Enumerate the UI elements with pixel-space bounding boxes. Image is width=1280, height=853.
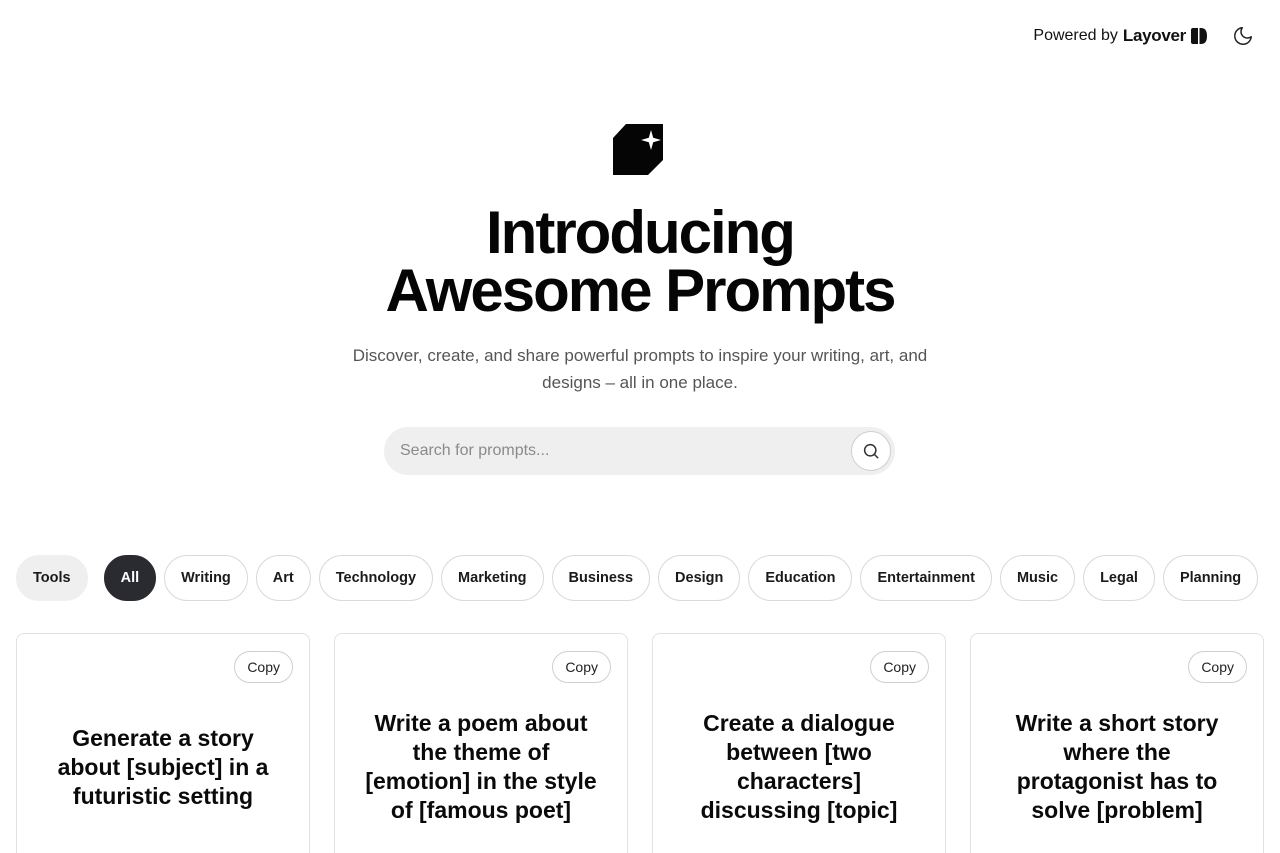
brand: Layover (1123, 26, 1208, 46)
prompt-card[interactable]: Copy Write a short story where the prota… (970, 633, 1264, 853)
powered-by-label: Powered by (1033, 27, 1118, 44)
search-button[interactable] (851, 431, 891, 471)
prompt-card[interactable]: Copy Generate a story about [subject] in… (16, 633, 310, 853)
filter-design[interactable]: Design (658, 555, 741, 601)
filter-writing[interactable]: Writing (164, 555, 248, 601)
title-line-1: Introducing (486, 199, 796, 266)
copy-button[interactable]: Copy (234, 651, 293, 683)
filter-business[interactable]: Business (551, 555, 651, 601)
sparkle-document-icon (613, 124, 663, 175)
title-line-2: Awesome Prompts (385, 257, 896, 324)
prompt-card[interactable]: Copy Write a poem about the theme of [em… (334, 633, 628, 853)
layover-logo-icon (1191, 28, 1207, 44)
filter-all[interactable]: All (103, 555, 157, 601)
copy-button[interactable]: Copy (1188, 651, 1247, 683)
moon-icon (1234, 27, 1252, 45)
prompt-card-grid: Copy Generate a story about [subject] in… (16, 633, 1264, 853)
filter-education[interactable]: Education (748, 555, 853, 601)
filter-legal[interactable]: Legal (1083, 555, 1155, 601)
search-bar (384, 427, 895, 475)
powered-by-link[interactable]: Powered by Layover (1033, 24, 1208, 48)
filter-entertainment[interactable]: Entertainment (860, 555, 992, 601)
page-title: Introducing Awesome Prompts (240, 199, 1040, 324)
prompt-card[interactable]: Copy Create a dialogue between [two char… (652, 633, 946, 853)
search-icon (863, 443, 879, 459)
search-input[interactable] (400, 427, 840, 475)
filter-planning[interactable]: Planning (1162, 555, 1259, 601)
prompt-text: Create a dialogue between [two character… (700, 710, 898, 823)
copy-button[interactable]: Copy (552, 651, 611, 683)
theme-toggle-button[interactable] (1230, 23, 1256, 49)
prompt-text: Write a poem about the theme of [emotion… (365, 710, 597, 823)
prompt-text: Write a short story where the protagonis… (1015, 710, 1219, 823)
brand-name: Layover (1122, 26, 1186, 45)
filter-art[interactable]: Art (255, 555, 311, 601)
category-filters: Tools All Writing Art Technology Marketi… (16, 555, 1259, 601)
copy-button[interactable]: Copy (870, 651, 929, 683)
filter-technology[interactable]: Technology (318, 555, 434, 601)
page-subtitle: Discover, create, and share powerful pro… (352, 346, 928, 392)
top-bar: Powered by Layover (0, 0, 1280, 72)
prompt-text: Generate a story about [subject] in a fu… (57, 724, 269, 809)
tools-button[interactable]: Tools (16, 555, 88, 601)
filter-music[interactable]: Music (999, 555, 1076, 601)
filter-marketing[interactable]: Marketing (441, 555, 544, 601)
